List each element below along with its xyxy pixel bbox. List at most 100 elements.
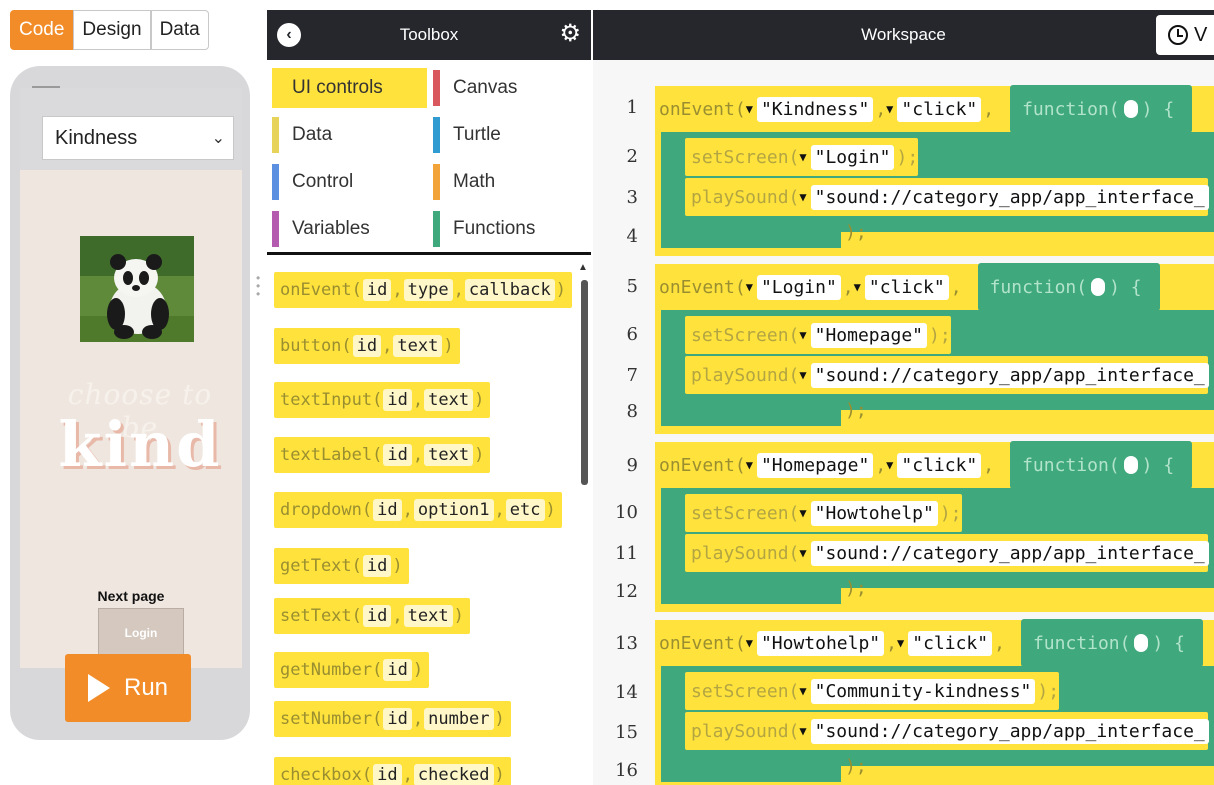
string-value[interactable]: "sound://category_app/app_interface_ — [810, 362, 1209, 388]
onevent-header: onEvent(▼ "Howtohelp", ▼ "click", function(… — [655, 619, 1203, 667]
block-checkbox[interactable]: checkbox(id, checked) — [274, 757, 511, 785]
dropdown-arrow-icon[interactable]: ▼ — [746, 636, 753, 650]
block-textinput[interactable]: textInput(id, text) — [274, 382, 491, 418]
block-name: dropdown — [280, 500, 362, 520]
dropdown-arrow-icon[interactable]: ▼ — [897, 636, 904, 650]
block-setnumber[interactable]: setNumber(id, number) — [274, 701, 511, 737]
category-turtle[interactable]: Turtle — [433, 115, 588, 155]
line-number: 16 — [615, 760, 638, 781]
category-data[interactable]: Data — [272, 115, 427, 155]
string-value[interactable]: "sound://category_app/app_interface_ — [810, 184, 1209, 210]
scroll-up-arrow-icon[interactable]: ▲ — [578, 262, 588, 273]
param-slot[interactable] — [1134, 634, 1149, 652]
dropdown-arrow-icon[interactable]: ▼ — [799, 546, 806, 560]
string-value[interactable]: "sound://category_app/app_interface_ — [810, 540, 1209, 566]
toolbox-scrollbar[interactable] — [581, 280, 588, 485]
playsound-block[interactable]: playSound(▼ "sound://category_app/app_int… — [685, 534, 1209, 572]
mode-tabs: Code Design Data — [10, 10, 209, 50]
dropdown-arrow-icon[interactable]: ▼ — [799, 506, 806, 520]
dropdown-arrow-icon[interactable]: ▼ — [799, 190, 806, 204]
category-color-bar — [433, 164, 440, 200]
gear-icon[interactable]: ⚙ — [559, 19, 581, 48]
dropdown-arrow-icon[interactable]: ▼ — [746, 280, 753, 294]
string-value[interactable]: "Homepage" — [810, 322, 927, 348]
app-lab-editor: Code Design Data Kindness ⌄ choose to be… — [0, 0, 1214, 785]
dropdown-arrow-icon[interactable]: ▼ — [886, 458, 893, 472]
category-ui-controls[interactable]: UI controls — [272, 68, 427, 108]
function-block[interactable]: function() { — [1010, 441, 1193, 489]
setscreen-block[interactable]: setScreen(▼ "Homepage"); — [685, 316, 951, 354]
dropdown-arrow-icon[interactable]: ▼ — [799, 328, 806, 342]
function-block[interactable]: function() { — [1020, 619, 1203, 667]
block-textlabel[interactable]: textLabel(id, text) — [274, 437, 491, 473]
dropdown-arrow-icon[interactable]: ▼ — [886, 102, 893, 116]
playsound-block[interactable]: playSound(▼ "sound://category_app/app_int… — [685, 712, 1209, 750]
onevent-block[interactable]: onEvent(▼ "Login", ▼ "click", function() {s… — [655, 263, 1214, 434]
playsound-block[interactable]: playSound(▼ "sound://category_app/app_int… — [685, 356, 1209, 394]
category-color-bar — [433, 117, 440, 153]
string-value[interactable]: "click" — [908, 630, 993, 656]
dropdown-arrow-icon[interactable]: ▼ — [746, 458, 753, 472]
block-button[interactable]: button(id, text) — [274, 328, 460, 364]
block-param: id — [362, 555, 392, 577]
block-dropdown[interactable]: dropdown(id, option1, etc) — [274, 492, 562, 528]
string-value[interactable]: "Kindness" — [756, 96, 874, 122]
line-number: 14 — [615, 682, 638, 703]
category-label: Turtle — [453, 124, 501, 145]
category-math[interactable]: Math — [433, 162, 588, 202]
category-variables[interactable]: Variables — [272, 209, 427, 249]
block-getnumber[interactable]: getNumber(id) — [274, 652, 430, 688]
string-value[interactable]: "click" — [864, 274, 949, 300]
block-name: checkbox — [280, 765, 362, 785]
tab-design[interactable]: Design — [73, 10, 151, 50]
param-slot[interactable] — [1123, 100, 1138, 118]
string-value[interactable]: "Login" — [756, 274, 841, 300]
param-slot[interactable] — [1123, 456, 1138, 474]
setscreen-block[interactable]: setScreen(▼ "Login"); — [685, 138, 919, 176]
setscreen-block[interactable]: setScreen(▼ "Community-kindness"); — [685, 672, 1060, 710]
param-slot[interactable] — [1091, 278, 1106, 296]
onevent-block[interactable]: onEvent(▼ "Kindness", ▼ "click", function()… — [655, 85, 1214, 256]
onevent-block[interactable]: onEvent(▼ "Homepage", ▼ "click", function()… — [655, 441, 1214, 612]
collapse-toolbox-icon[interactable]: ‹ — [277, 23, 301, 47]
block-param: option1 — [413, 499, 494, 521]
block-param: id — [373, 499, 402, 521]
drag-handle-icon[interactable]: • • • — [256, 272, 260, 300]
dropdown-arrow-icon[interactable]: ▼ — [799, 150, 806, 164]
tab-code[interactable]: Code — [10, 10, 74, 50]
category-functions[interactable]: Functions — [433, 209, 588, 249]
playsound-block[interactable]: playSound(▼ "sound://category_app/app_int… — [685, 178, 1209, 216]
string-value[interactable]: "Howtohelp" — [756, 630, 885, 656]
login-button[interactable]: Login — [98, 608, 184, 658]
version-history-button[interactable]: V — [1156, 15, 1214, 55]
line-number: 1 — [626, 97, 638, 118]
block-name: setText — [280, 606, 352, 626]
dropdown-arrow-icon[interactable]: ▼ — [799, 368, 806, 382]
setscreen-block[interactable]: setScreen(▼ "Howtohelp"); — [685, 494, 962, 532]
tab-data[interactable]: Data — [150, 10, 209, 50]
string-value[interactable]: "Community-kindness" — [810, 678, 1036, 704]
onevent-block[interactable]: onEvent(▼ "Howtohelp", ▼ "click", function(… — [655, 619, 1214, 785]
dropdown-arrow-icon[interactable]: ▼ — [799, 724, 806, 738]
onevent-keyword: onEvent — [659, 632, 735, 654]
category-control[interactable]: Control — [272, 162, 427, 202]
string-value[interactable]: "click" — [897, 96, 982, 122]
string-value[interactable]: "Homepage" — [756, 452, 874, 478]
dropdown-arrow-icon[interactable]: ▼ — [746, 102, 753, 116]
dropdown-arrow-icon[interactable]: ▼ — [854, 280, 861, 294]
block-gettext[interactable]: getText(id) — [274, 548, 409, 584]
string-value[interactable]: "sound://category_app/app_interface_ — [810, 718, 1209, 744]
string-value[interactable]: "Howtohelp" — [810, 500, 938, 526]
kindness-dropdown[interactable]: Kindness ⌄ — [42, 116, 234, 160]
function-block[interactable]: function() { — [1010, 85, 1193, 133]
playsound-keyword: playSound — [691, 186, 789, 208]
run-button[interactable]: Run — [65, 654, 191, 722]
function-block[interactable]: function() { — [977, 263, 1160, 311]
block-onevent[interactable]: onEvent(id, type, callback) — [274, 272, 572, 308]
category-canvas[interactable]: Canvas — [433, 68, 588, 108]
string-value[interactable]: "Login" — [810, 144, 895, 170]
block-settext[interactable]: setText(id, text) — [274, 598, 470, 634]
dropdown-arrow-icon[interactable]: ▼ — [799, 684, 806, 698]
block-param: etc — [505, 499, 545, 521]
string-value[interactable]: "click" — [897, 452, 982, 478]
